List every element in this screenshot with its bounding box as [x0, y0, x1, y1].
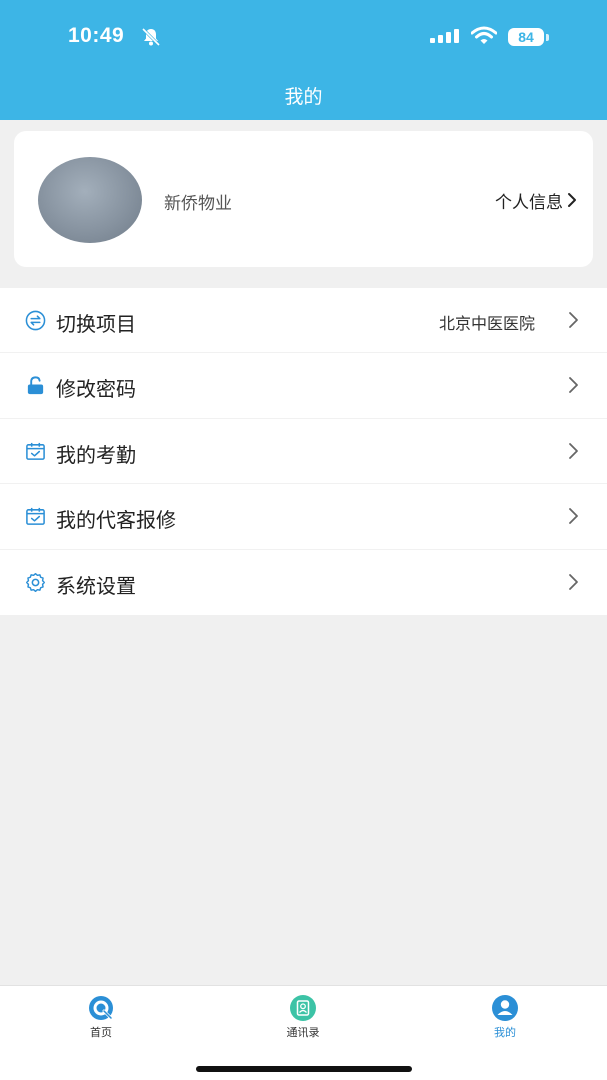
battery-level: 84 — [518, 29, 534, 45]
tab-label: 通讯录 — [286, 1026, 320, 1039]
menu-item-my-attendance[interactable]: 我的考勤 — [0, 419, 607, 485]
tab-home[interactable]: 首页 — [51, 994, 151, 1040]
calendar-check-icon — [26, 508, 45, 526]
current-project-value: 北京中医医院 — [438, 314, 535, 333]
tab-label: 我的 — [494, 1026, 516, 1039]
avatar[interactable] — [38, 157, 142, 243]
menu-item-label: 系统设置 — [56, 573, 136, 598]
home-indicator — [196, 1066, 412, 1072]
profile-card[interactable]: 新侨物业 个人信息 — [14, 131, 593, 267]
menu-item-label: 修改密码 — [56, 377, 136, 402]
app-header: 10:49 84 我的 — [0, 0, 607, 120]
menu-item-label: 我的代客报修 — [56, 508, 176, 533]
chevron-right-icon — [569, 508, 578, 525]
page-title: 我的 — [284, 86, 323, 108]
tab-label: 首页 — [90, 1026, 112, 1039]
chevron-right-icon — [569, 442, 578, 459]
menu-item-switch-project[interactable]: 切换项目 北京中医医院 — [0, 288, 607, 354]
switch-icon — [25, 310, 46, 331]
tab-mine[interactable]: 我的 — [455, 994, 555, 1040]
settings-menu: 切换项目 北京中医医院 修改密码 我的考勤 我的代客报修 系统设置 — [0, 288, 607, 615]
menu-item-repair-on-behalf[interactable]: 我的代客报修 — [0, 484, 607, 550]
calendar-check-icon — [26, 442, 45, 460]
menu-item-label: 我的考勤 — [56, 442, 136, 467]
home-q-icon — [89, 996, 113, 1020]
signal-icon — [430, 29, 459, 43]
menu-item-system-settings[interactable]: 系统设置 — [0, 550, 607, 615]
chevron-right-icon[interactable] — [567, 192, 577, 208]
contacts-icon — [290, 995, 316, 1021]
menu-item-label: 切换项目 — [56, 312, 136, 336]
profile-name: 新侨物业 — [164, 194, 232, 214]
gear-icon — [26, 572, 45, 592]
chevron-right-icon — [569, 312, 578, 328]
chevron-right-icon — [569, 377, 578, 394]
user-icon — [492, 995, 518, 1021]
menu-item-change-password[interactable]: 修改密码 — [0, 353, 607, 419]
status-time: 10:49 — [68, 24, 125, 47]
lock-icon — [27, 376, 44, 395]
tab-contacts[interactable]: 通讯录 — [253, 994, 353, 1040]
battery-tip — [546, 34, 549, 41]
battery-icon: 84 — [508, 28, 544, 46]
personal-info-link[interactable]: 个人信息 — [495, 188, 563, 213]
bell-off-icon — [141, 27, 161, 47]
wifi-icon — [471, 26, 497, 44]
chevron-right-icon — [569, 573, 578, 590]
